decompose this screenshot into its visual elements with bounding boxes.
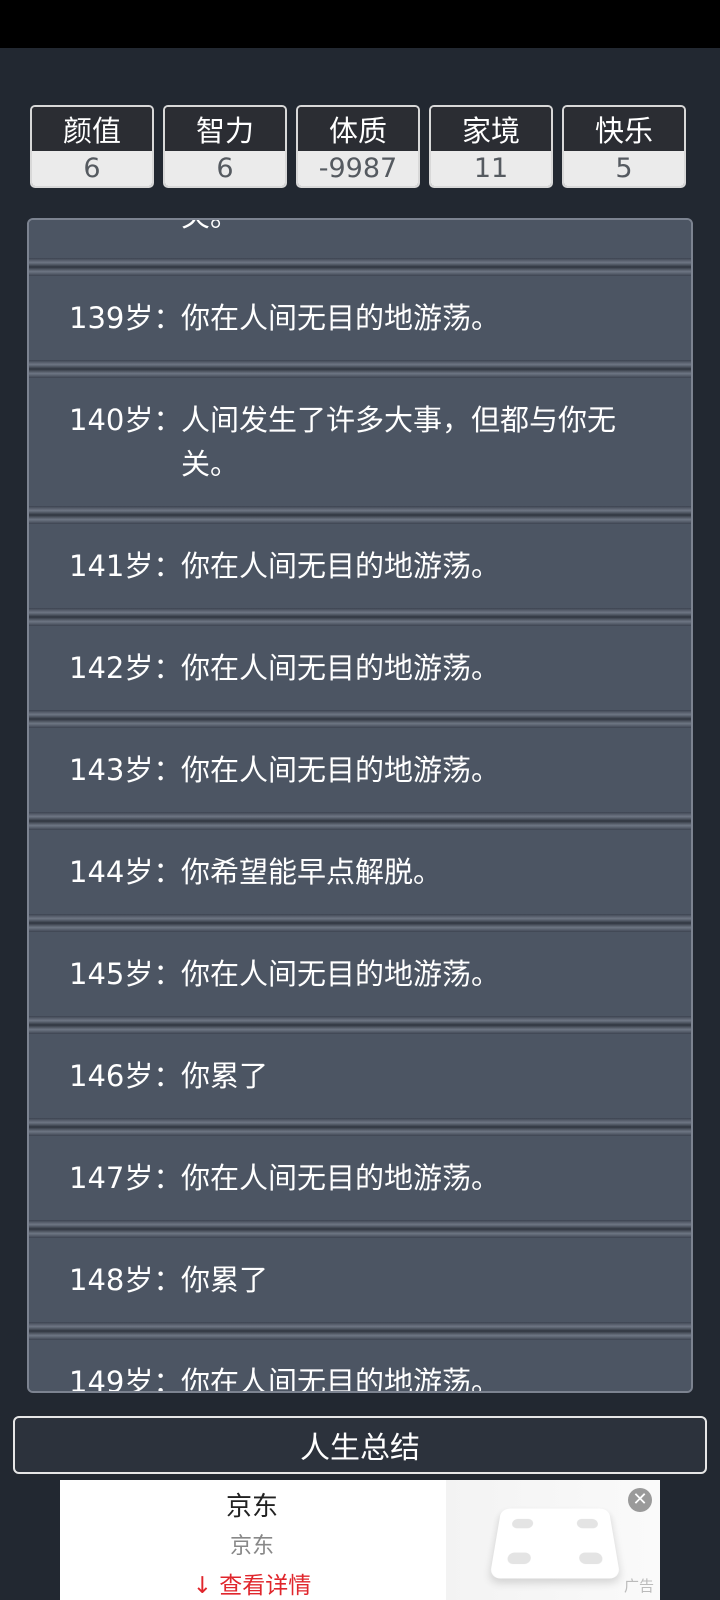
log-divider xyxy=(29,1118,691,1136)
life-log-panel[interactable]: 关。139岁：你在人间无目的地游荡。140岁：人间发生了许多大事，但都与你无关。… xyxy=(27,218,693,1393)
scale-pad xyxy=(506,1552,532,1565)
ad-title: 京东 xyxy=(225,1492,278,1522)
ad-view-details-link[interactable]: ↓ 查看详情 xyxy=(60,1566,444,1600)
log-age: 149岁： xyxy=(69,1365,183,1393)
stat-label: 体质 xyxy=(298,107,418,151)
log-entry: 139岁： 你在人间无目的地游荡。 xyxy=(29,276,691,360)
log-entry: 144岁： 你希望能早点解脱。 xyxy=(29,830,691,914)
stat-intelligence: 智力 6 xyxy=(163,105,287,188)
log-age: 148岁： xyxy=(69,1263,183,1297)
log-text: 你在人间无目的地游荡。 xyxy=(181,753,501,787)
ad-subtitle: 京东 xyxy=(229,1534,274,1559)
log-divider xyxy=(29,1220,691,1238)
log-divider xyxy=(29,914,691,932)
log-age: 146岁： xyxy=(69,1059,183,1093)
scale-image xyxy=(489,1508,621,1579)
stat-value: 5 xyxy=(564,151,684,186)
stat-constitution: 体质 -9987 xyxy=(296,105,420,188)
log-text: 你在人间无目的地游荡。 xyxy=(181,301,501,335)
log-age xyxy=(69,220,181,238)
stat-family: 家境 11 xyxy=(429,105,553,188)
log-age: 145岁： xyxy=(69,957,183,991)
scale-pad xyxy=(511,1518,534,1529)
ad-banner[interactable]: 京东 京东 ↓ 查看详情 ✕ 广告 xyxy=(60,1480,660,1600)
stat-label: 智力 xyxy=(165,107,285,151)
log-age: 142岁： xyxy=(69,651,183,685)
log-text: 你累了 xyxy=(181,1059,269,1093)
log-divider xyxy=(29,360,691,378)
log-age: 144岁： xyxy=(69,855,183,889)
log-text: 你在人间无目的地游荡。 xyxy=(181,549,501,583)
ad-close-icon[interactable]: ✕ xyxy=(628,1488,652,1512)
log-divider xyxy=(29,812,691,830)
log-entry: 143岁： 你在人间无目的地游荡。 xyxy=(29,728,691,812)
life-log-list: 关。139岁：你在人间无目的地游荡。140岁：人间发生了许多大事，但都与你无关。… xyxy=(29,220,691,1393)
log-entry: 141岁： 你在人间无目的地游荡。 xyxy=(29,524,691,608)
log-text: 你在人间无目的地游荡。 xyxy=(181,957,501,991)
log-age: 139岁： xyxy=(69,301,183,335)
log-entry: 142岁： 你在人间无目的地游荡。 xyxy=(29,626,691,710)
log-entry: 148岁： 你累了 xyxy=(29,1238,691,1322)
stat-value: 6 xyxy=(165,151,285,186)
life-summary-button[interactable]: 人生总结 xyxy=(13,1416,707,1474)
status-bar xyxy=(0,0,720,48)
stat-value: -9987 xyxy=(298,151,418,186)
stat-value: 6 xyxy=(32,151,152,186)
log-entry: 145岁： 你在人间无目的地游荡。 xyxy=(29,932,691,1016)
log-age: 140岁： xyxy=(69,403,183,437)
log-entry: 关。 xyxy=(29,220,691,258)
stat-appearance: 颜值 6 xyxy=(30,105,154,188)
log-age: 141岁： xyxy=(69,549,183,583)
log-entry: 140岁： 人间发生了许多大事，但都与你无关。 xyxy=(29,378,691,506)
log-text: 你在人间无目的地游荡。 xyxy=(181,1161,501,1195)
log-entry: 147岁： 你在人间无目的地游荡。 xyxy=(29,1136,691,1220)
stat-happiness: 快乐 5 xyxy=(562,105,686,188)
log-divider xyxy=(29,1322,691,1340)
log-entry: 146岁： 你累了 xyxy=(29,1034,691,1118)
log-divider xyxy=(29,258,691,276)
log-entry: 149岁： 你在人间无目的地游荡。 xyxy=(29,1340,691,1393)
log-text: 你希望能早点解脱。 xyxy=(181,855,443,889)
log-divider xyxy=(29,1016,691,1034)
log-text: 人间发生了许多大事，但都与你无关。 xyxy=(181,403,617,481)
ad-label: 广告 xyxy=(623,1577,654,1595)
stats-row: 颜值 6 智力 6 体质 -9987 家境 11 快乐 5 xyxy=(30,105,690,188)
stat-label: 快乐 xyxy=(564,107,684,151)
log-divider xyxy=(29,506,691,524)
scale-pad xyxy=(576,1518,599,1529)
log-age: 143岁： xyxy=(69,753,183,787)
log-age: 147岁： xyxy=(69,1161,183,1195)
log-text: 你累了 xyxy=(181,1263,269,1297)
stat-label: 家境 xyxy=(431,107,551,151)
log-text: 你在人间无目的地游荡。 xyxy=(181,1365,501,1393)
log-divider xyxy=(29,608,691,626)
log-divider xyxy=(29,710,691,728)
stat-value: 11 xyxy=(431,151,551,186)
stat-label: 颜值 xyxy=(32,107,152,151)
scale-pad xyxy=(578,1552,604,1565)
log-text: 你在人间无目的地游荡。 xyxy=(181,651,501,685)
log-text: 关。 xyxy=(181,220,661,238)
